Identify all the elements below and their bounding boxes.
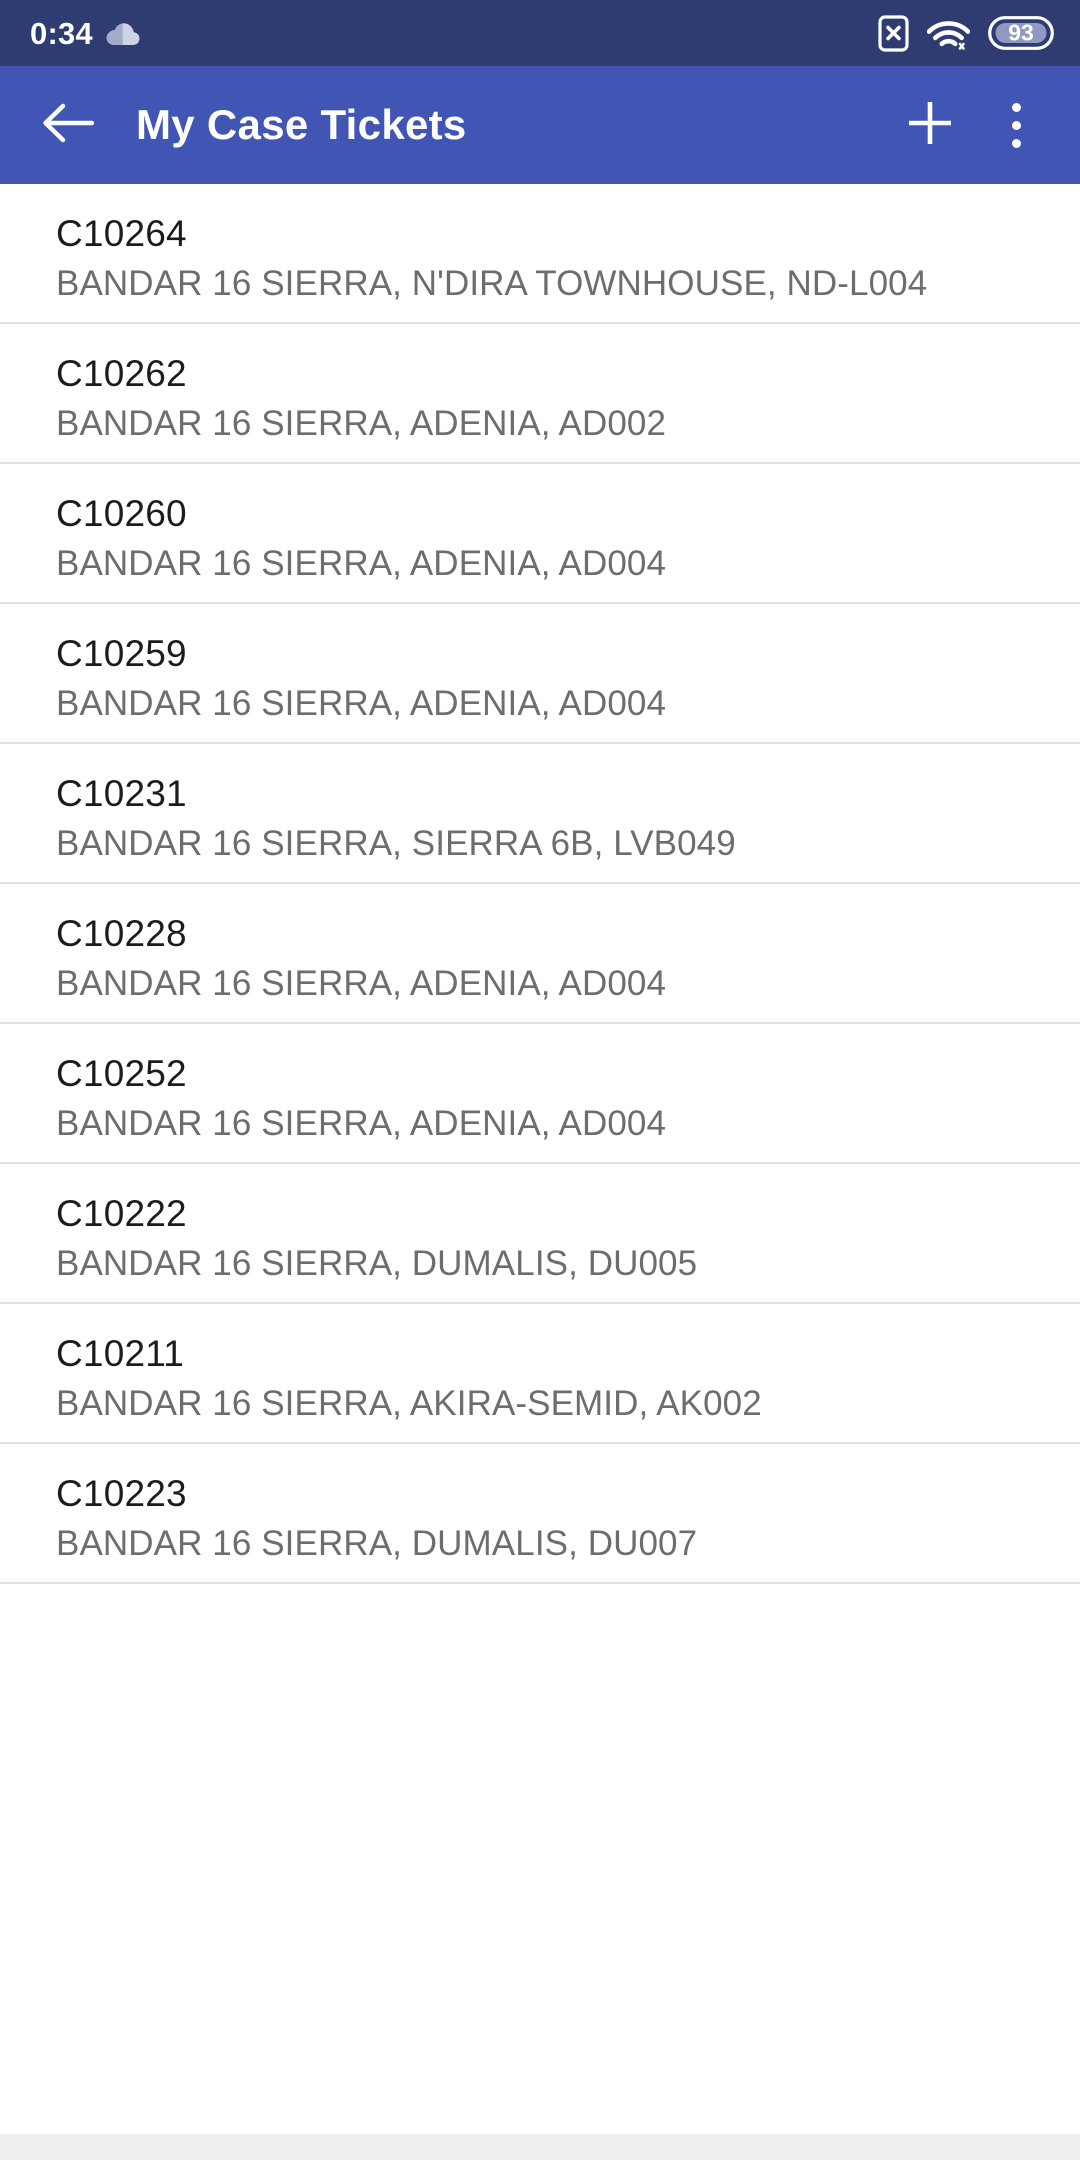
ticket-list[interactable]: C10264 BANDAR 16 SIERRA, N'DIRA TOWNHOUS… <box>0 184 1080 2160</box>
list-item[interactable]: C10211 BANDAR 16 SIERRA, AKIRA-SEMID, AK… <box>0 1304 1080 1444</box>
more-vertical-icon <box>1011 102 1021 148</box>
list-item[interactable]: C10231 BANDAR 16 SIERRA, SIERRA 6B, LVB0… <box>0 744 1080 884</box>
sim-card-disabled-icon <box>878 14 909 52</box>
ticket-id: C10211 <box>56 1333 185 1374</box>
list-item[interactable]: C10259 BANDAR 16 SIERRA, ADENIA, AD004 <box>0 604 1080 744</box>
bottom-edge-strip <box>0 2134 1080 2160</box>
overflow-menu-button[interactable] <box>990 87 1042 163</box>
ticket-id: C10222 <box>56 1193 187 1234</box>
ticket-address: BANDAR 16 SIERRA, ADENIA, AD002 <box>56 404 667 443</box>
ticket-id: C10264 <box>56 213 187 254</box>
status-bar-left: 0:34 <box>30 18 141 49</box>
status-bar-right: 93 <box>878 14 1054 52</box>
ticket-id: C10260 <box>56 493 187 534</box>
cloud-icon <box>105 20 141 46</box>
battery-level-label: 93 <box>1008 19 1034 46</box>
ticket-address: BANDAR 16 SIERRA, DUMALIS, DU005 <box>56 1244 698 1283</box>
arrow-back-icon <box>42 102 95 149</box>
ticket-id: C10223 <box>56 1473 187 1514</box>
ticket-id: C10252 <box>56 1053 187 1094</box>
battery-icon: 93 <box>988 16 1054 50</box>
ticket-address: BANDAR 16 SIERRA, SIERRA 6B, LVB049 <box>56 824 736 863</box>
ticket-address: BANDAR 16 SIERRA, ADENIA, AD004 <box>56 684 667 723</box>
list-item[interactable]: C10260 BANDAR 16 SIERRA, ADENIA, AD004 <box>0 464 1080 604</box>
list-item[interactable]: C10228 BANDAR 16 SIERRA, ADENIA, AD004 <box>0 884 1080 1024</box>
app-screen: 0:34 93 My Case Tickets C10264 BANDAR 16… <box>0 0 1080 2160</box>
list-item[interactable]: C10264 BANDAR 16 SIERRA, N'DIRA TOWNHOUS… <box>0 184 1080 324</box>
ticket-address: BANDAR 16 SIERRA, AKIRA-SEMID, AK002 <box>56 1384 762 1423</box>
list-item[interactable]: C10222 BANDAR 16 SIERRA, DUMALIS, DU005 <box>0 1164 1080 1304</box>
ticket-address: BANDAR 16 SIERRA, N'DIRA TOWNHOUSE, ND-L… <box>56 264 928 303</box>
wifi-icon <box>927 15 970 52</box>
ticket-id: C10259 <box>56 633 187 674</box>
list-item[interactable]: C10223 BANDAR 16 SIERRA, DUMALIS, DU007 <box>0 1444 1080 1584</box>
ticket-address: BANDAR 16 SIERRA, DUMALIS, DU007 <box>56 1524 698 1563</box>
back-button[interactable] <box>30 87 106 163</box>
list-item[interactable]: C10252 BANDAR 16 SIERRA, ADENIA, AD004 <box>0 1024 1080 1164</box>
page-title: My Case Tickets <box>136 101 467 148</box>
ticket-address: BANDAR 16 SIERRA, ADENIA, AD004 <box>56 544 667 583</box>
status-bar: 0:34 93 <box>0 0 1080 66</box>
ticket-address: BANDAR 16 SIERRA, ADENIA, AD004 <box>56 964 667 1003</box>
app-bar: My Case Tickets <box>0 66 1080 184</box>
ticket-id: C10231 <box>56 773 187 814</box>
ticket-id: C10228 <box>56 913 187 954</box>
ticket-id: C10262 <box>56 353 187 394</box>
status-clock: 0:34 <box>30 15 93 51</box>
ticket-address: BANDAR 16 SIERRA, ADENIA, AD004 <box>56 1104 667 1143</box>
add-ticket-button[interactable] <box>892 87 968 163</box>
list-item[interactable]: C10262 BANDAR 16 SIERRA, ADENIA, AD002 <box>0 324 1080 464</box>
plus-icon <box>904 97 956 154</box>
